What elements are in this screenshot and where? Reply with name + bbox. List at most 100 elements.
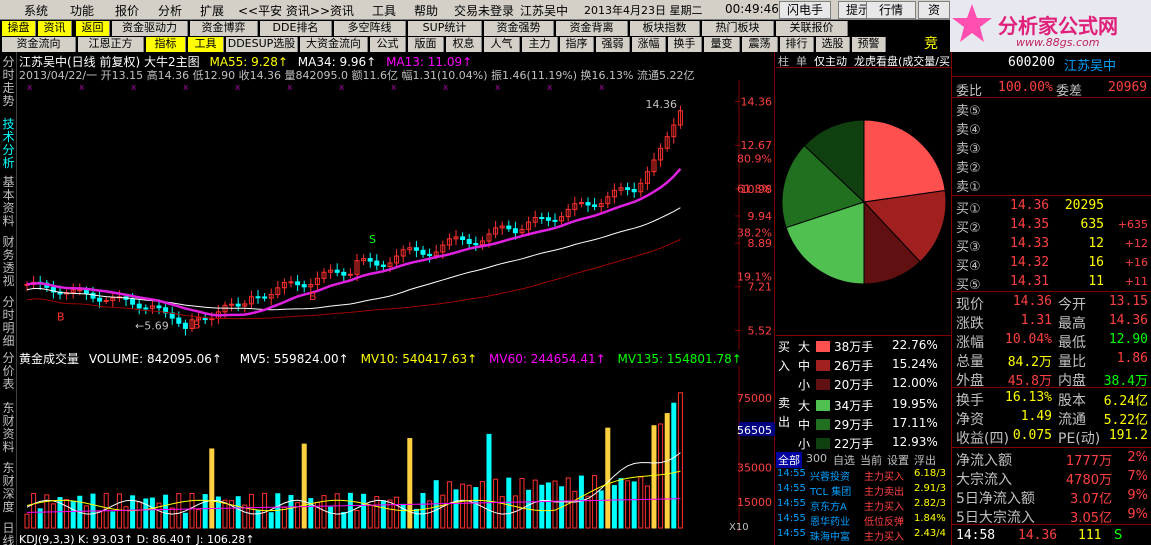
flow-in-label: 大宗流入 xyxy=(956,472,1012,488)
news-stock[interactable]: TCL 集团 xyxy=(810,483,851,498)
tab-layout[interactable]: 版面 xyxy=(408,37,444,52)
nav-dongcai-depth[interactable]: 东财深度 xyxy=(1,462,16,514)
tab-tool[interactable]: 工具 xyxy=(188,37,224,52)
menu-help[interactable]: 帮助 xyxy=(414,2,438,19)
tab-strength[interactable]: 强弱 xyxy=(596,37,630,52)
menu-pingan-news[interactable]: <<平安 资讯>> xyxy=(238,2,330,19)
buy-level-label: 买③ xyxy=(956,240,981,255)
volume-bar xyxy=(169,507,175,529)
flow-size-label: 中 xyxy=(798,359,811,373)
news-tab-all[interactable]: 全部 xyxy=(776,452,802,468)
news-tab-watch[interactable]: 自选 xyxy=(833,452,855,468)
kline-chart[interactable]: 江苏吴中(日线 前复权) 大牛2主图 MA55: 9.28↑ MA34: 9.9… xyxy=(17,52,775,545)
tab-ranking[interactable]: 排行 xyxy=(780,37,814,52)
tab-sector-index[interactable]: 板块指数 xyxy=(630,21,700,36)
menu-news[interactable]: 资讯 xyxy=(330,2,354,19)
volume-bar xyxy=(658,423,664,529)
news-tab-300[interactable]: 300 xyxy=(806,452,827,465)
tab-volume-change[interactable]: 量变 xyxy=(704,37,740,52)
stat2-value: 16.13% xyxy=(1005,390,1052,405)
stat2-value: 6.24亿 xyxy=(1103,394,1148,409)
stock-code: 600200 xyxy=(1008,55,1055,70)
tab-dde-rank[interactable]: DDE排名 xyxy=(260,21,332,36)
tab-indicator[interactable]: 指标 xyxy=(146,37,186,52)
tab-popularity[interactable]: 人气 xyxy=(484,37,520,52)
tab-index-order[interactable]: 指序 xyxy=(560,37,594,52)
tab-dragon-tiger[interactable]: 龙虎看盘(成交量/买 xyxy=(854,53,951,69)
market-button[interactable]: 行情 xyxy=(866,1,916,19)
tab-back[interactable]: 返回 xyxy=(76,21,110,36)
tab-long-short[interactable]: 多空阵线 xyxy=(334,21,406,36)
nav-basic-info[interactable]: 基本资料 xyxy=(1,176,16,228)
tab-fund-strong[interactable]: 资金强势 xyxy=(484,21,554,36)
tab-sup-stats[interactable]: SUP统计 xyxy=(408,21,482,36)
news-stock[interactable]: 京东方A xyxy=(810,498,847,513)
vol-unit-label: X10 xyxy=(729,522,749,532)
logo-area: 分析家公式网 www.88gs.com xyxy=(950,0,1151,52)
news-stock[interactable]: 兴蓉投资 xyxy=(810,468,850,483)
tab-hot-sector[interactable]: 热门板块 xyxy=(702,21,774,36)
tab-oscillation[interactable]: 震荡 xyxy=(742,37,778,52)
tab-fund-flow[interactable]: 资金流向 xyxy=(2,37,76,52)
news-tab-float[interactable]: 浮出 xyxy=(914,452,936,468)
volume-bar xyxy=(598,490,604,529)
candle-body xyxy=(301,284,307,288)
volume-bar xyxy=(638,476,644,529)
news-stock[interactable]: 珠海中富 xyxy=(810,528,850,543)
candle-body xyxy=(136,303,142,309)
menu-system[interactable]: 系统 xyxy=(24,2,48,19)
tab-trade[interactable]: 操盘 xyxy=(2,21,36,36)
menu-quote[interactable]: 报价 xyxy=(115,2,139,19)
tab-gann[interactable]: 江恩正方 xyxy=(78,37,144,52)
lightning-hand-button[interactable]: 闪电手 xyxy=(779,1,831,19)
tab-alert[interactable]: 预警 xyxy=(852,37,886,52)
nav-daily[interactable]: 日线 xyxy=(1,522,16,545)
volume-bar xyxy=(31,493,37,529)
tab-related-quote[interactable]: 关联报价 xyxy=(776,21,848,36)
flow-percent: 19.95% xyxy=(892,397,938,411)
tab-stock-pick[interactable]: 选股 xyxy=(816,37,850,52)
tab-column[interactable]: 柱 xyxy=(778,53,789,69)
news-tab-settings[interactable]: 设置 xyxy=(887,452,909,468)
tab-fund-game[interactable]: 资金博弈 xyxy=(190,21,258,36)
stat2-label: 换手 xyxy=(956,393,984,409)
menu-function[interactable]: 功能 xyxy=(70,2,94,19)
nav-intraday[interactable]: 分时走势 xyxy=(1,56,16,108)
tab-fund-drive[interactable]: 资金驱动力 xyxy=(112,21,188,36)
vol-tick-label: 35000 xyxy=(737,461,772,474)
candle-body xyxy=(413,247,419,251)
tab-single[interactable]: 单 xyxy=(796,53,807,69)
nav-price-table[interactable]: 分价表 xyxy=(1,352,16,391)
volume-bar xyxy=(149,497,155,529)
tab-ddesup[interactable]: DDESUP选股 xyxy=(226,37,298,52)
buy-price: 14.32 xyxy=(1010,255,1050,270)
asset-button[interactable]: 资 xyxy=(918,1,950,19)
news-tab-current[interactable]: 当前 xyxy=(860,452,882,468)
menu-tools[interactable]: 工具 xyxy=(372,2,396,19)
tab-big-fund[interactable]: 大资金流向 xyxy=(300,37,368,52)
nav-dongcai-info[interactable]: 东财资料 xyxy=(1,402,16,454)
menu-analysis[interactable]: 分析 xyxy=(158,2,182,19)
tab-fund-diverge[interactable]: 资金背离 xyxy=(556,21,628,36)
buy-price: 14.31 xyxy=(1010,274,1050,289)
news-stock[interactable]: 恩华药业 xyxy=(810,513,850,528)
stat-label: 涨幅 xyxy=(956,335,984,351)
nav-tick-detail[interactable]: 分时明细 xyxy=(1,296,16,348)
nav-technical[interactable]: 技术分析 xyxy=(1,118,16,170)
volume-bar xyxy=(83,505,89,529)
menu-extend[interactable]: 扩展 xyxy=(200,2,224,19)
volume-bar xyxy=(70,500,76,529)
tab-gain[interactable]: 涨幅 xyxy=(632,37,666,52)
nav-finance[interactable]: 财务透视 xyxy=(1,236,16,288)
tab-turnover[interactable]: 换手 xyxy=(668,37,702,52)
tab-rights[interactable]: 权息 xyxy=(446,37,482,52)
tab-formula[interactable]: 公式 xyxy=(370,37,406,52)
tab-active-only[interactable]: 仅主动 xyxy=(814,53,847,69)
buy-level-label: 买① xyxy=(956,202,981,217)
news-action: 低位反弹 xyxy=(864,517,904,528)
tab-info[interactable]: 资讯 xyxy=(38,21,72,36)
flow-size-label: 大 xyxy=(798,399,811,413)
volume-bar xyxy=(248,493,254,529)
tab-main-force[interactable]: 主力 xyxy=(522,37,558,52)
stat-value: 1.86 xyxy=(1116,351,1148,366)
